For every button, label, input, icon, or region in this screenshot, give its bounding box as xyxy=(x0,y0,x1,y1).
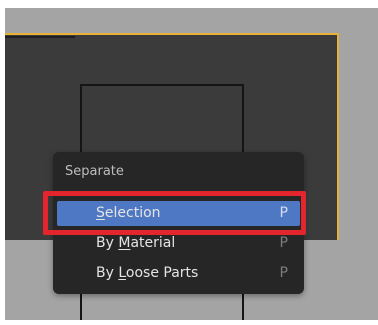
shortcut-hint: P xyxy=(279,235,288,251)
menu-item-by-material[interactable]: By Material P xyxy=(57,231,300,256)
screenshot-frame: Separate Selection P By Material P By Lo… xyxy=(0,0,378,325)
menu-item-label: Selection xyxy=(96,205,161,221)
menu-item-label: By Loose Parts xyxy=(96,265,199,281)
menu-item-selection[interactable]: Selection P xyxy=(57,201,300,226)
mesh-edge xyxy=(5,36,75,38)
separate-popup-menu: Separate Selection P By Material P By Lo… xyxy=(53,152,304,294)
inner-face-edge-top xyxy=(80,84,244,86)
shortcut-hint: P xyxy=(279,205,288,221)
menu-item-by-loose-parts[interactable]: By Loose Parts P xyxy=(57,261,300,286)
shortcut-hint: P xyxy=(279,265,288,281)
menu-item-label: By Material xyxy=(96,235,176,251)
menu-title: Separate xyxy=(65,164,124,179)
